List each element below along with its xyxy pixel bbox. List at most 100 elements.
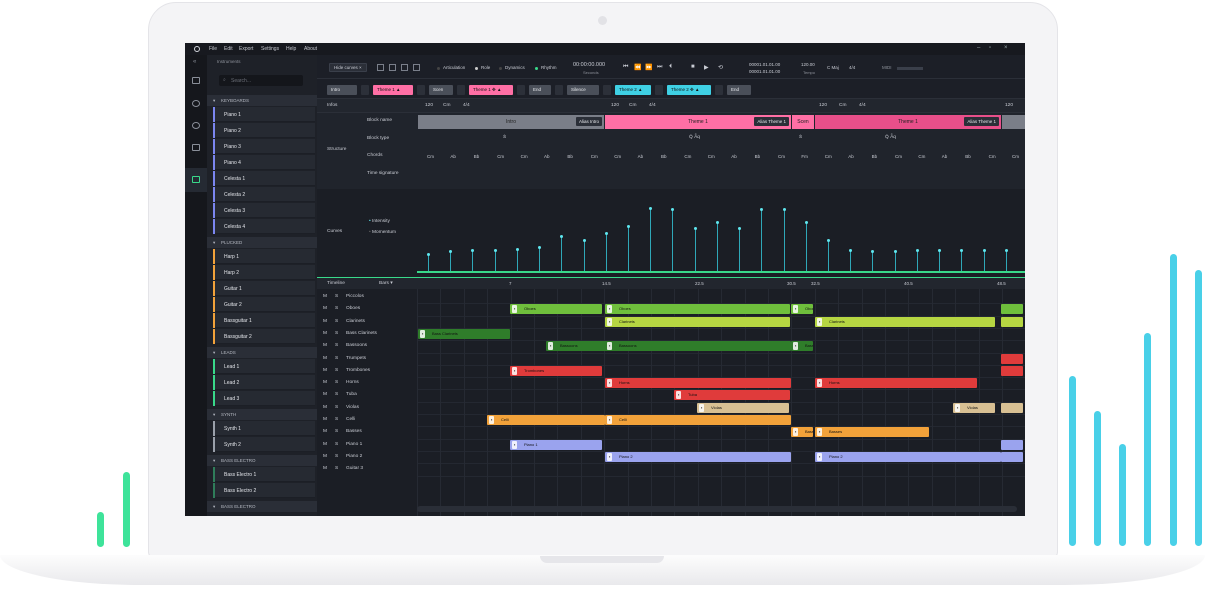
sidebar-instrument-item[interactable]: Piano 4 bbox=[213, 155, 315, 170]
intensity-legend[interactable]: • Intensity bbox=[369, 219, 390, 224]
sidebar-instrument-item[interactable]: Synth 2 bbox=[213, 437, 315, 452]
view-icon[interactable] bbox=[389, 64, 396, 71]
solo-button[interactable]: S bbox=[335, 454, 338, 459]
menu-edit[interactable]: Edit bbox=[224, 46, 233, 52]
block-type-icon[interactable]: Ṡ bbox=[799, 135, 802, 140]
view-icon[interactable] bbox=[413, 64, 420, 71]
intensity-point[interactable] bbox=[938, 249, 942, 252]
chord-label[interactable]: Bb bbox=[567, 154, 573, 159]
sidebar-instrument-item[interactable]: Bassguitar 2 bbox=[213, 329, 315, 344]
chord-label[interactable]: Ab bbox=[848, 154, 854, 159]
chord-label[interactable]: Cm bbox=[989, 154, 996, 159]
timeline-marker[interactable]: 22.5 bbox=[695, 281, 704, 286]
segment-theme1-b[interactable]: Theme 1 Alias Theme 1 bbox=[815, 115, 1001, 129]
segment-alias[interactable]: Alias Theme 1 bbox=[964, 117, 999, 126]
timeline-ruler[interactable]: Timeline Bars ▾ 7 14.5 22.5 30.5 32.5 40.5 48.… bbox=[317, 277, 1025, 289]
view-icon[interactable] bbox=[401, 64, 408, 71]
role-toggle[interactable]: Role bbox=[481, 65, 490, 70]
sidebar-instrument-item[interactable]: Bass Electro 2 bbox=[213, 483, 315, 498]
solo-button[interactable]: S bbox=[335, 331, 338, 336]
mute-button[interactable]: M bbox=[323, 319, 327, 324]
menu-about[interactable]: About bbox=[304, 46, 317, 52]
dynamics-toggle[interactable]: Dynamics bbox=[505, 65, 525, 70]
mute-button[interactable]: M bbox=[323, 429, 327, 434]
track-clip[interactable]: ▪ Bassoons bbox=[791, 341, 813, 352]
mute-button[interactable]: M bbox=[323, 454, 327, 459]
sidebar-instrument-item[interactable]: Celesta 4 bbox=[213, 219, 315, 234]
block-theme1[interactable]: Theme 1 ▲ bbox=[373, 85, 413, 95]
skip-back-icon[interactable]: ⏮ bbox=[623, 64, 628, 71]
track-clip[interactable]: ▪ Oboes bbox=[510, 304, 602, 315]
timeline-marker[interactable]: 40.5 bbox=[904, 281, 913, 286]
meter-field[interactable]: 4/4 bbox=[463, 103, 470, 108]
maximize-icon[interactable]: ▫ bbox=[989, 45, 995, 51]
track-clip[interactable]: ▪ Piano 2 bbox=[815, 451, 1001, 462]
horizontal-scrollbar[interactable] bbox=[417, 506, 1017, 512]
mute-button[interactable]: M bbox=[323, 343, 327, 348]
user-icon[interactable] bbox=[192, 100, 200, 107]
track-clip[interactable]: ▪ Basses bbox=[791, 427, 813, 438]
close-icon[interactable]: × bbox=[359, 65, 362, 70]
intensity-point[interactable] bbox=[1004, 249, 1008, 252]
mute-button[interactable]: M bbox=[323, 392, 327, 397]
play-icon[interactable]: ▶ bbox=[704, 64, 709, 71]
chord-label[interactable]: Cm bbox=[825, 154, 832, 159]
solo-button[interactable]: S bbox=[335, 294, 338, 299]
intensity-point[interactable] bbox=[649, 207, 653, 210]
mute-button[interactable]: M bbox=[323, 368, 327, 373]
chord-label[interactable]: Cm bbox=[614, 154, 621, 159]
track-clip-edge[interactable] bbox=[1001, 365, 1023, 376]
intensity-point[interactable] bbox=[693, 226, 697, 230]
solo-button[interactable]: S bbox=[335, 343, 338, 348]
sidebar-instrument-item[interactable]: Guitar 1 bbox=[213, 281, 315, 296]
chord-label[interactable]: Bb bbox=[755, 154, 761, 159]
rhythm-toggle[interactable]: Rhythm bbox=[541, 65, 557, 70]
chord-label[interactable]: Ab bbox=[544, 154, 550, 159]
timeline-unit-select[interactable]: Bars ▾ bbox=[379, 281, 393, 286]
intensity-point[interactable] bbox=[604, 231, 608, 235]
intensity-point[interactable] bbox=[827, 238, 830, 242]
key-field[interactable]: Cm bbox=[443, 103, 450, 108]
sidebar-instrument-item[interactable]: Bassguitar 1 bbox=[213, 313, 315, 328]
block-separator[interactable] bbox=[361, 85, 369, 95]
track-clip-edge[interactable] bbox=[1001, 304, 1023, 315]
sidebar-group[interactable]: ▾ BASS ELECTRO bbox=[207, 501, 317, 512]
block-separator[interactable] bbox=[655, 85, 663, 95]
chord-label[interactable]: Bb bbox=[474, 154, 480, 159]
block-separator[interactable] bbox=[715, 85, 723, 95]
sidebar-instrument-item[interactable]: Celesta 1 bbox=[213, 171, 315, 186]
intensity-point[interactable] bbox=[515, 247, 519, 251]
grid-icon[interactable] bbox=[192, 77, 200, 84]
track-clip-edge[interactable] bbox=[1001, 402, 1023, 413]
solo-button[interactable]: S bbox=[335, 356, 338, 361]
piano-icon[interactable] bbox=[192, 176, 200, 183]
track-clip[interactable]: ▪ Violas bbox=[697, 402, 789, 413]
mute-button[interactable]: M bbox=[323, 306, 327, 311]
meter-field[interactable]: 4/4 bbox=[649, 103, 656, 108]
previous-icon[interactable]: ⏴ bbox=[669, 64, 672, 71]
rhythm-dot[interactable] bbox=[535, 67, 538, 70]
chord-label[interactable]: Cm bbox=[497, 154, 504, 159]
intensity-point[interactable] bbox=[738, 226, 742, 230]
track-clip[interactable]: ▪ Violas bbox=[953, 402, 995, 413]
tempo-value[interactable]: 120.00 bbox=[801, 62, 815, 67]
menu-export[interactable]: Export bbox=[239, 46, 253, 52]
articulation-toggle[interactable]: Articulation bbox=[443, 65, 465, 70]
solo-button[interactable]: S bbox=[335, 392, 338, 397]
block-type-icon[interactable]: Q̄ Ā̃q bbox=[885, 135, 896, 140]
collapse-icon[interactable]: « bbox=[193, 59, 196, 65]
block-separator[interactable] bbox=[517, 85, 525, 95]
sidebar-instrument-item[interactable]: Harp 2 bbox=[213, 265, 315, 280]
solo-button[interactable]: S bbox=[335, 405, 338, 410]
chord-label[interactable]: Cm bbox=[684, 154, 691, 159]
mute-button[interactable]: M bbox=[323, 356, 327, 361]
chord-label[interactable]: Cm bbox=[708, 154, 715, 159]
intensity-point[interactable] bbox=[582, 238, 586, 242]
sidebar-instrument-item[interactable]: Celesta 3 bbox=[213, 203, 315, 218]
block-intro[interactable]: Intro bbox=[327, 85, 357, 95]
track-clip[interactable]: ▪ Oboes bbox=[605, 304, 790, 315]
chord-label[interactable]: Cm bbox=[521, 154, 528, 159]
chord-label[interactable]: Bb bbox=[661, 154, 667, 159]
solo-button[interactable]: S bbox=[335, 417, 338, 422]
mute-button[interactable]: M bbox=[323, 417, 327, 422]
